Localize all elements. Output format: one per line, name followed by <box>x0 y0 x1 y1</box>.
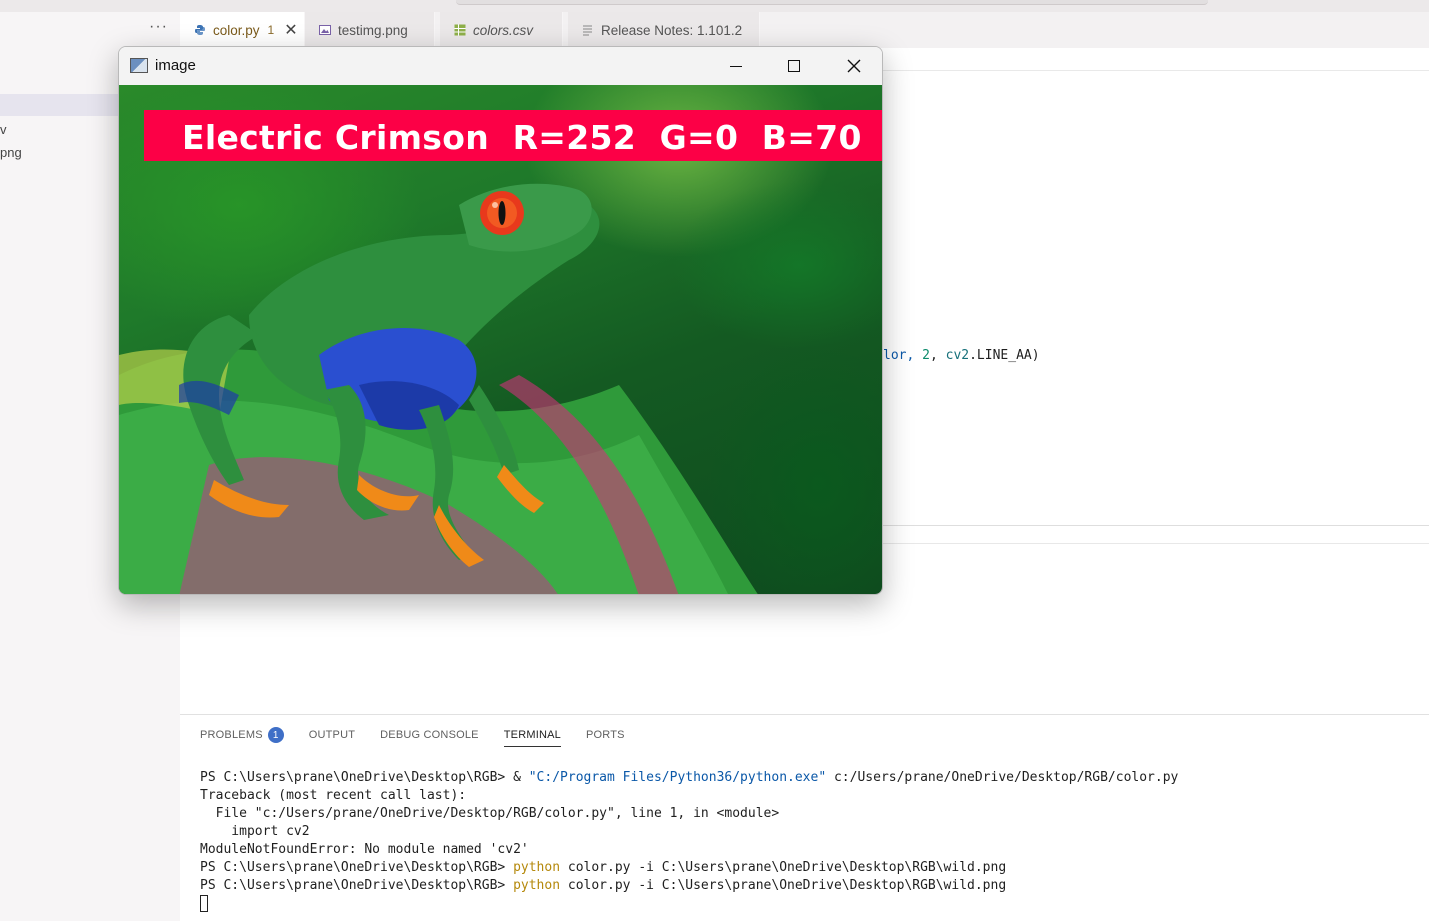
code-token: 2 <box>922 348 930 363</box>
tab-label: testimg.png <box>338 22 408 38</box>
command-token: python <box>513 878 561 893</box>
tab-label: colors.csv <box>473 22 534 38</box>
tab-label: color.py <box>213 22 260 38</box>
tab-colors-csv[interactable]: colors.csv <box>440 12 563 48</box>
string-token: "C:/Program Files/Python36/python.exe" <box>528 770 827 785</box>
close-icon <box>847 59 861 73</box>
code-token: , <box>929 348 946 363</box>
frog-illustration <box>119 183 758 594</box>
explorer-item-csv[interactable]: v <box>0 122 7 137</box>
tab-label: DEBUG CONSOLE <box>380 729 479 741</box>
image-window-title: image <box>155 57 196 74</box>
code-token: cv2 <box>945 348 970 363</box>
tab-label: OUTPUT <box>308 729 356 741</box>
editor-divider <box>883 525 1429 526</box>
csv-table-icon <box>454 24 466 36</box>
panel-tabs: PROBLEMS 1 OUTPUT DEBUG CONSOLE TERMINAL… <box>200 727 650 748</box>
tab-debug-console[interactable]: DEBUG CONSOLE <box>380 729 479 746</box>
minimize-icon <box>730 65 742 67</box>
code-token: lor, <box>883 348 923 363</box>
bottom-panel: PROBLEMS 1 OUTPUT DEBUG CONSOLE TERMINAL… <box>180 714 1429 921</box>
close-window-button[interactable] <box>825 47 882 85</box>
document-lines-icon <box>582 24 594 36</box>
tab-release-notes[interactable]: Release Notes: 1.101.2 <box>568 12 760 48</box>
python-icon <box>194 24 206 36</box>
editor-tab-bar: color.py 1 ✕ testimg.png colors.csv Rele… <box>180 12 1429 48</box>
command-token: python <box>513 860 561 875</box>
close-icon[interactable]: ✕ <box>284 20 297 40</box>
maximize-button[interactable] <box>765 47 823 85</box>
terminal-line: import cv2 <box>200 824 310 839</box>
terminal-line: PS C:\Users\prane\OneDrive\Desktop\RGB> … <box>200 877 1178 895</box>
tab-ports[interactable]: PORTS <box>586 729 625 746</box>
terminal-text: color.py -i C:\Users\prane\OneDrive\Desk… <box>560 878 1007 893</box>
maximize-icon <box>788 60 800 72</box>
code-line[interactable]: lor, 2, cv2.LINE_AA) <box>883 348 1040 363</box>
frog-photo[interactable]: Electric Crimson R=252 G=0 B=70 <box>119 85 882 594</box>
terminal-line: PS C:\Users\prane\OneDrive\Desktop\RGB> … <box>200 769 1178 787</box>
tab-color-py[interactable]: color.py 1 ✕ <box>180 12 305 48</box>
image-window-titlebar[interactable]: image <box>119 47 882 85</box>
problems-count-badge: 1 <box>267 727 284 743</box>
tab-terminal[interactable]: TERMINAL <box>503 728 561 747</box>
terminal-line: ModuleNotFoundError: No module named 'cv… <box>200 842 529 857</box>
image-app-icon <box>130 58 148 73</box>
tab-output[interactable]: OUTPUT <box>309 729 355 746</box>
terminal-line: Traceback (most recent call last): <box>200 788 467 803</box>
explorer-selected-row[interactable] <box>0 94 118 116</box>
tab-label: PORTS <box>585 729 625 741</box>
more-actions-icon[interactable]: ··· <box>149 18 168 36</box>
tab-label: TERMINAL <box>503 728 561 741</box>
top-strip <box>0 0 1429 12</box>
code-token: .LINE_AA) <box>969 348 1040 363</box>
tab-label: Release Notes: 1.101.2 <box>601 22 743 38</box>
vscode-window: ··· v png color.py 1 ✕ testimg.png color… <box>0 0 1429 921</box>
minimize-button[interactable] <box>707 47 765 85</box>
color-label-banner: Electric Crimson R=252 G=0 B=70 <box>144 110 882 161</box>
prompt: PS C:\Users\prane\OneDrive\Desktop\RGB> … <box>200 770 529 785</box>
explorer-item-png[interactable]: png <box>0 145 22 160</box>
editor-divider <box>883 543 1429 544</box>
prompt: PS C:\Users\prane\OneDrive\Desktop\RGB> <box>200 878 514 893</box>
terminal-text: c:/Users/prane/OneDrive/Desktop/RGB/colo… <box>826 770 1179 785</box>
color-label-text: Electric Crimson R=252 G=0 B=70 <box>182 118 862 157</box>
tab-testimg-png[interactable]: testimg.png <box>305 12 435 48</box>
tab-problems[interactable]: PROBLEMS 1 <box>200 727 284 748</box>
terminal-line: PS C:\Users\prane\OneDrive\Desktop\RGB> … <box>200 859 1178 877</box>
top-scrollbar-thumb[interactable] <box>456 0 1208 5</box>
terminal-cursor <box>200 895 208 912</box>
tab-label: PROBLEMS <box>200 729 263 741</box>
terminal-text: color.py -i C:\Users\prane\OneDrive\Desk… <box>560 860 1007 875</box>
prompt: PS C:\Users\prane\OneDrive\Desktop\RGB> <box>200 860 514 875</box>
image-file-icon <box>319 24 331 36</box>
problem-count-badge: 1 <box>267 23 275 37</box>
terminal-line: File "c:/Users/prane/OneDrive/Desktop/RG… <box>200 806 780 821</box>
image-window[interactable]: image Electric Crimson R=252 G=0 B=70 <box>118 46 883 595</box>
terminal-output[interactable]: PS C:\Users\prane\OneDrive\Desktop\RGB> … <box>200 769 1178 895</box>
